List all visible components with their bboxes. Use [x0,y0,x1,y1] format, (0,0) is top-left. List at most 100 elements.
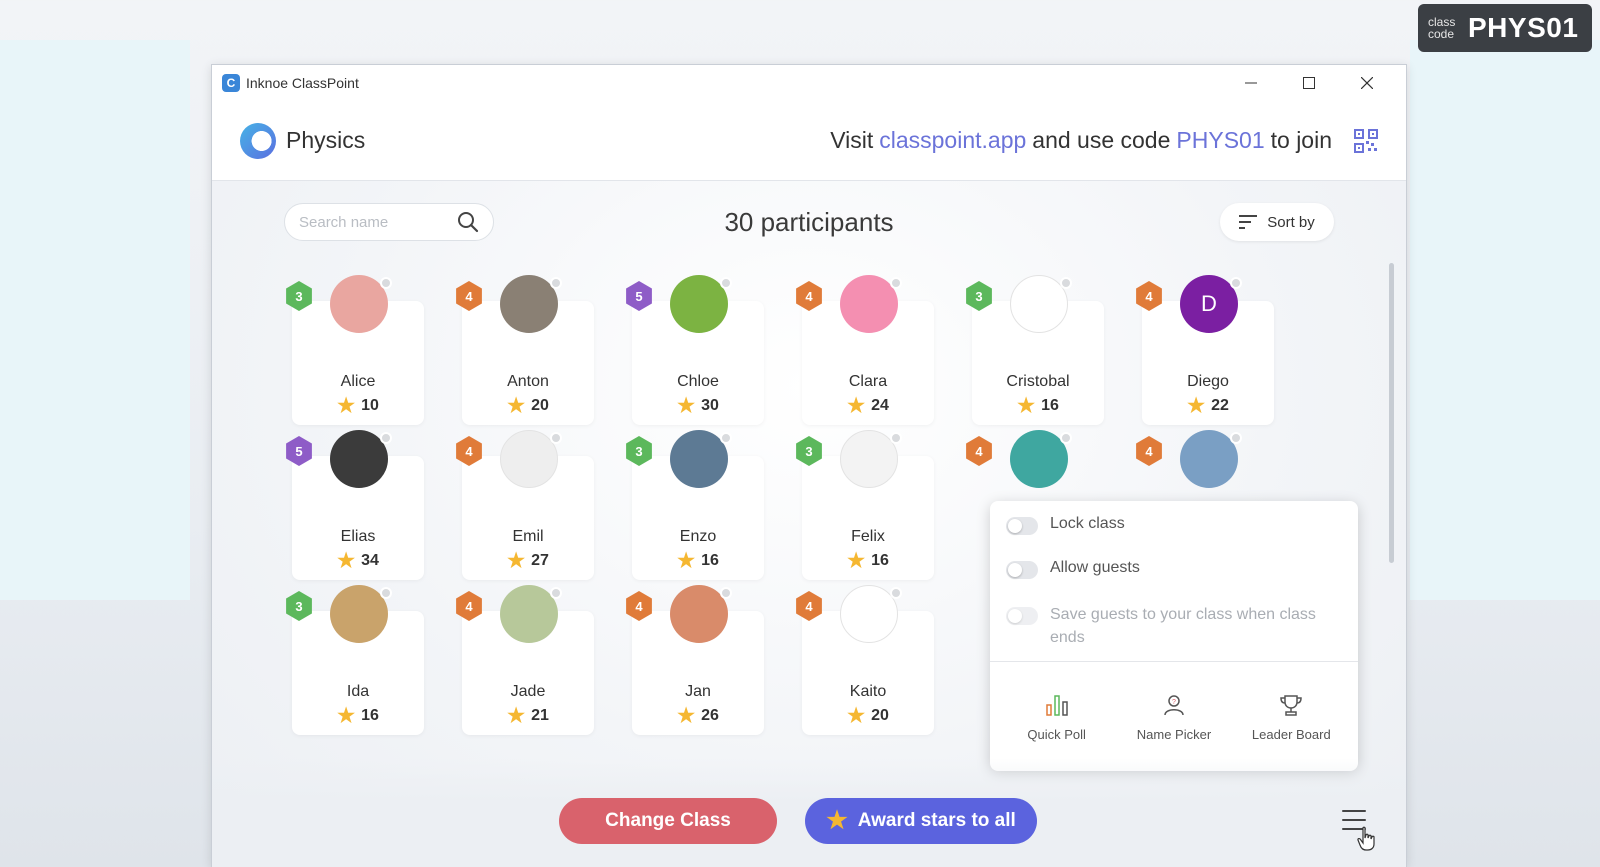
star-icon: ★ [507,395,526,417]
hand-cursor-icon [1357,826,1375,851]
class-code-badge: class code PHYS01 [1418,4,1592,52]
join-instructions: Visit classpoint.app and use code PHYS01… [830,127,1378,154]
award-stars-to-all-button[interactable]: ★ Award stars to all [805,798,1037,844]
sort-button[interactable]: Sort by [1220,203,1334,241]
participant-card[interactable]: 4 Kaito ★ 20 [796,585,934,735]
participant-name: Enzo [679,528,717,545]
maximize-button[interactable] [1280,65,1338,101]
menu-divider [990,661,1358,662]
participant-stars: ★ 16 [632,551,764,571]
participant-card[interactable]: 4 Jan ★ 26 [626,585,764,735]
participant-card[interactable]: 3 Felix ★ 16 [796,430,934,580]
participant-stars: ★ 16 [972,396,1104,416]
level-badge: 3 [796,436,822,466]
participant-card[interactable]: 4 Jade ★ 21 [456,585,594,735]
level-badge: 4 [456,436,482,466]
participant-stars: ★ 16 [292,706,424,726]
online-status-dot [720,587,732,599]
participant-card[interactable]: 4 D Diego ★ 22 [1136,275,1274,425]
star-count: 24 [871,397,889,414]
star-count: 27 [531,552,549,569]
join-site-link[interactable]: classpoint.app [879,127,1026,154]
allow-guests-row: Allow guests [990,559,1358,579]
classpoint-app-icon: C [222,74,240,92]
participant-card[interactable]: 4 Anton ★ 20 [456,275,594,425]
classpoint-logo-icon [240,122,276,159]
star-count: 16 [361,707,379,724]
star-count: 34 [361,552,379,569]
lock-class-toggle[interactable] [1006,517,1038,535]
participant-card[interactable]: 4 Emil ★ 27 [456,430,594,580]
participant-card[interactable]: 3 Ida ★ 16 [286,585,424,735]
bar-chart-icon [1045,694,1068,716]
save-guests-toggle[interactable] [1006,607,1038,625]
level-badge: 3 [966,281,992,311]
change-class-button[interactable]: Change Class [559,798,777,844]
save-guests-label: Save guests to your class when class end… [1050,606,1316,646]
quick-poll-button[interactable]: Quick Poll [1002,677,1112,757]
online-status-dot [380,432,392,444]
minimize-button[interactable] [1222,65,1280,101]
sort-label: Sort by [1267,213,1315,231]
online-status-dot [890,432,902,444]
class-code-caption-bottom: code [1428,27,1455,41]
online-status-dot [720,432,732,444]
star-count: 20 [871,707,889,724]
star-icon: ★ [677,395,696,417]
background-panel-right [1410,40,1600,600]
title-bar: C Inknoe ClassPoint [212,65,1406,101]
participant-name: Diego [1187,373,1229,390]
star-icon: ★ [1187,395,1206,417]
participant-stars: ★ 21 [462,705,594,727]
level-badge: 5 [286,436,312,466]
bottom-bar: Change Class ★ Award stars to all [212,758,1406,867]
participant-card[interactable]: 3 Cristobal ★ 16 [966,275,1104,425]
participant-card[interactable]: 4 Clara ★ 24 [796,275,934,425]
classpoint-window: C Inknoe ClassPoint Physics Visit classp… [211,64,1407,867]
svg-text:?: ? [1172,699,1176,706]
level-badge: 3 [286,591,312,621]
join-suffix: to join [1270,127,1332,153]
participant-stars: ★ 27 [462,551,594,571]
participants-area: 30 participants Sort by 3Alice★104Anton★… [212,181,1406,867]
level-badge: 4 [796,281,822,311]
save-guests-row: Save guests to your class when class end… [990,603,1358,649]
online-status-dot [550,277,562,289]
trophy-icon [1280,694,1303,716]
star-count: 16 [701,552,719,569]
scrollbar[interactable] [1389,263,1394,563]
participant-name: Felix [851,528,885,545]
participant-card[interactable]: 5 Chloe ★ 30 [626,275,764,425]
minimize-icon [1245,82,1257,84]
star-count: 16 [871,552,889,569]
award-stars-label: Award stars to all [857,810,1016,831]
participant-name: Chloe [677,373,719,390]
name-picker-button[interactable]: ? Name Picker [1119,677,1229,757]
participant-name: Kaito [849,683,887,700]
participant-stars: ★ 26 [632,706,764,726]
participant-stars: ★ 34 [292,550,424,572]
participant-name: Anton [507,373,549,390]
star-icon: ★ [337,550,356,572]
star-count: 26 [701,707,719,724]
star-count: 21 [531,707,549,724]
participant-card[interactable]: 3 Enzo ★ 16 [626,430,764,580]
level-badge: 4 [966,436,992,466]
participant-card[interactable]: 3 Alice ★ 10 [286,275,424,425]
star-icon: ★ [826,807,848,834]
star-icon: ★ [847,550,866,572]
participant-stars: ★ 20 [462,395,594,417]
star-count: 22 [1211,397,1229,414]
star-icon: ★ [507,705,526,727]
close-button[interactable] [1338,65,1396,101]
online-status-dot [550,587,562,599]
participant-name: Ida [346,683,370,700]
leader-board-button[interactable]: Leader Board [1236,677,1346,757]
participant-stars: ★ 20 [802,706,934,726]
star-count: 30 [701,397,719,414]
allow-guests-toggle[interactable] [1006,561,1038,579]
qr-code-icon[interactable] [1354,128,1378,153]
level-badge: 4 [1136,281,1162,311]
participant-name: Clara [848,373,888,390]
participant-card[interactable]: 5 Elias ★ 34 [286,430,424,580]
